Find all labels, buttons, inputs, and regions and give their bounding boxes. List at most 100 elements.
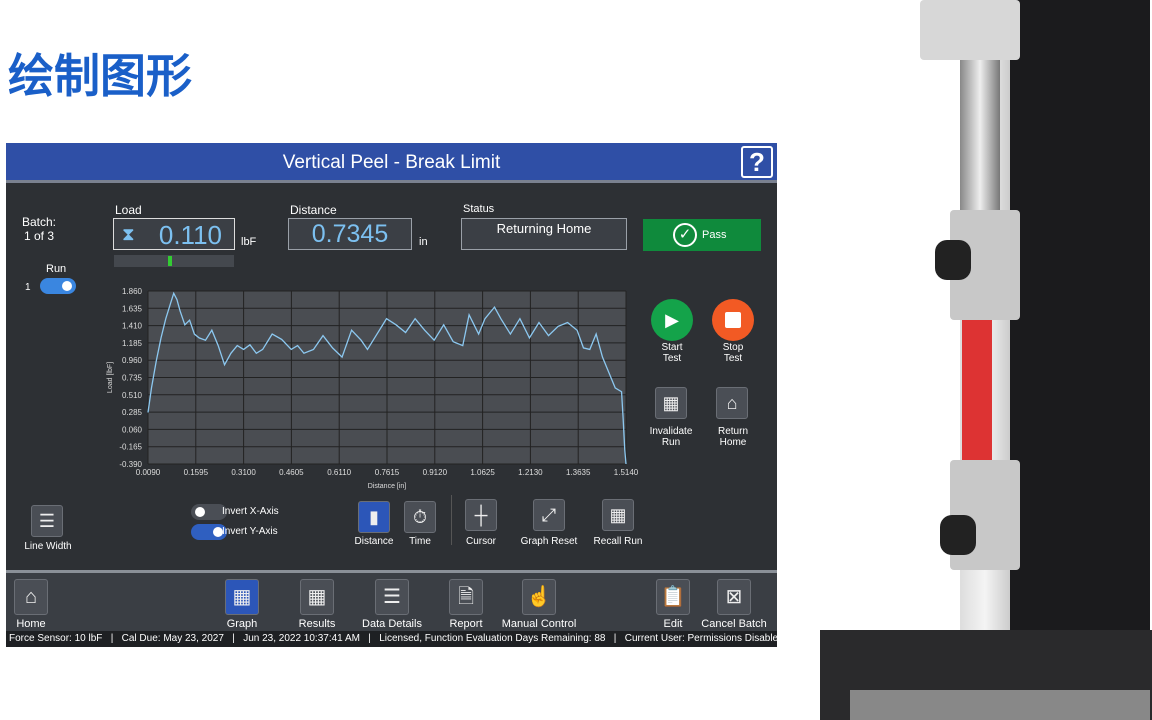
- distance-label: Distance: [290, 203, 337, 217]
- distance-readout: 0.7345: [288, 218, 412, 250]
- pass-label: Pass: [702, 229, 727, 241]
- list-icon: ☰: [383, 586, 401, 608]
- line-width-button[interactable]: ☰: [31, 505, 63, 537]
- cursor-button[interactable]: ┼: [465, 499, 497, 531]
- hand-pointer-icon: ☝: [526, 586, 552, 608]
- load-unit: lbF: [241, 236, 257, 248]
- table-icon: ▦: [307, 586, 327, 608]
- stopwatch-icon: ⏱: [412, 507, 428, 527]
- y-tick-label: -0.390: [119, 460, 142, 469]
- distance-mode-button[interactable]: ▮: [358, 501, 390, 533]
- graph-reset-button[interactable]: ⤢: [533, 499, 565, 531]
- y-tick-label: 1.185: [122, 339, 143, 348]
- nav-manual-label: Manual Control: [501, 618, 577, 630]
- lines-icon: ☰: [38, 511, 56, 531]
- nav-home-label: Home: [16, 618, 46, 630]
- load-readout: ⧗ 0.110: [113, 218, 235, 250]
- distance-value: 0.7345: [311, 220, 389, 248]
- stop-test-button[interactable]: [712, 299, 754, 341]
- y-tick-label: 0.735: [122, 374, 143, 383]
- nav-graph-button[interactable]: ▦: [225, 579, 259, 615]
- crosshair-icon: ┼: [474, 505, 488, 525]
- status-label: Status: [463, 203, 495, 215]
- nav-data-details-label: Data Details: [362, 618, 422, 630]
- y-tick-label: 0.285: [122, 408, 143, 417]
- home-icon: ⌂: [24, 586, 38, 608]
- home-icon: ⌂: [726, 393, 738, 413]
- check-circle-icon: ✓: [673, 223, 697, 247]
- nav-home-button[interactable]: ⌂: [14, 579, 48, 615]
- pass-indicator: ✓ Pass: [643, 219, 761, 251]
- document-icon: 🗎: [457, 586, 475, 608]
- ruler-icon: ▮: [369, 507, 379, 527]
- start-test-label: Start Test: [661, 342, 683, 364]
- run-index: 1: [25, 282, 31, 293]
- title-bar: Vertical Peel - Break Limit ?: [6, 143, 777, 183]
- tools-divider: [451, 495, 452, 545]
- run-label: Run: [46, 263, 67, 275]
- y-tick-label: 0.960: [122, 356, 143, 365]
- x-tick-label: 1.0625: [470, 468, 495, 477]
- distance-unit: in: [419, 236, 428, 248]
- x-tick-label: 0.0090: [136, 468, 161, 477]
- line-width-label: Line Width: [24, 541, 72, 552]
- batch-value: 1 of 3: [24, 229, 55, 243]
- help-button[interactable]: ?: [741, 146, 773, 178]
- y-tick-label: 0.060: [122, 425, 143, 434]
- nav-data-details-button[interactable]: ☰: [375, 579, 409, 615]
- x-tick-label: 1.5140: [614, 468, 639, 477]
- x-tick-label: 1.3635: [566, 468, 591, 477]
- return-home-label: Return Home: [717, 426, 748, 448]
- x-tick-label: 1.2130: [518, 468, 543, 477]
- hourglass-icon: ⧗: [122, 224, 135, 244]
- nav-manual-button[interactable]: ☝: [522, 579, 556, 615]
- cancel-batch-icon: ⊠: [725, 586, 743, 608]
- load-label: Load: [115, 203, 142, 217]
- page-headline: 绘制图形: [8, 49, 192, 103]
- nav-graph-label: Graph: [226, 618, 258, 630]
- stop-icon: [725, 312, 741, 328]
- app-window: Vertical Peel - Break Limit ? Batch: 1 o…: [6, 143, 784, 647]
- grid-x-icon: ▦: [662, 393, 680, 413]
- nav-results-label: Results: [298, 618, 336, 630]
- nav-report-button[interactable]: 🗎: [449, 579, 483, 615]
- run-toggle[interactable]: [40, 278, 76, 294]
- status-bar: Force Sensor: 10 lbF | Cal Due: May 23, …: [6, 631, 784, 647]
- nav-results-button[interactable]: ▦: [300, 579, 334, 615]
- expand-icon: ⤢: [541, 505, 557, 525]
- invalidate-run-button[interactable]: ▦: [655, 387, 687, 419]
- nav-edit-button[interactable]: 📋: [656, 579, 690, 615]
- x-tick-label: 0.9120: [423, 468, 448, 477]
- graph-icon: ▦: [232, 586, 252, 608]
- nav-cancel-button[interactable]: ⊠: [717, 579, 751, 615]
- time-mode-button[interactable]: ⏱: [404, 501, 436, 533]
- x-axis-label: Distance [in]: [368, 483, 407, 490]
- distance-mode-label: Distance: [354, 536, 394, 547]
- recall-run-label: Recall Run: [593, 536, 643, 547]
- batch-label: Batch:: [22, 215, 57, 229]
- recall-run-button[interactable]: ▦: [602, 499, 634, 531]
- graph-recall-icon: ▦: [609, 505, 627, 525]
- window-title: Vertical Peel - Break Limit: [282, 152, 501, 173]
- y-tick-label: 1.410: [122, 322, 143, 331]
- x-tick-label: 0.3100: [231, 468, 256, 477]
- start-test-button[interactable]: ▶: [651, 299, 693, 341]
- x-tick-label: 0.1595: [184, 468, 209, 477]
- nav-cancel-label: Cancel Batch: [701, 618, 767, 630]
- invert-x-label: Invert X-Axis: [222, 506, 279, 517]
- x-tick-label: 0.7615: [375, 468, 400, 477]
- y-tick-label: 1.635: [122, 304, 143, 313]
- x-tick-label: 0.4605: [279, 468, 304, 477]
- x-tick-label: 0.6110: [327, 468, 351, 477]
- y-tick-label: 1.860: [122, 287, 143, 296]
- y-tick-label: 0.510: [122, 391, 143, 400]
- time-mode-label: Time: [409, 536, 431, 547]
- y-tick-label: -0.165: [119, 443, 142, 452]
- status-value: Returning Home: [496, 221, 592, 236]
- load-value: 0.110: [158, 220, 222, 250]
- play-icon: ▶: [665, 310, 679, 330]
- invert-y-label: Invert Y-Axis: [222, 526, 278, 537]
- return-home-button[interactable]: ⌂: [716, 387, 748, 419]
- load-distance-chart[interactable]: 0.0090 0.1595 0.3100 0.4605 0.6110 0.7615 0.91…: [96, 281, 646, 493]
- stop-test-label: Stop Test: [722, 342, 744, 364]
